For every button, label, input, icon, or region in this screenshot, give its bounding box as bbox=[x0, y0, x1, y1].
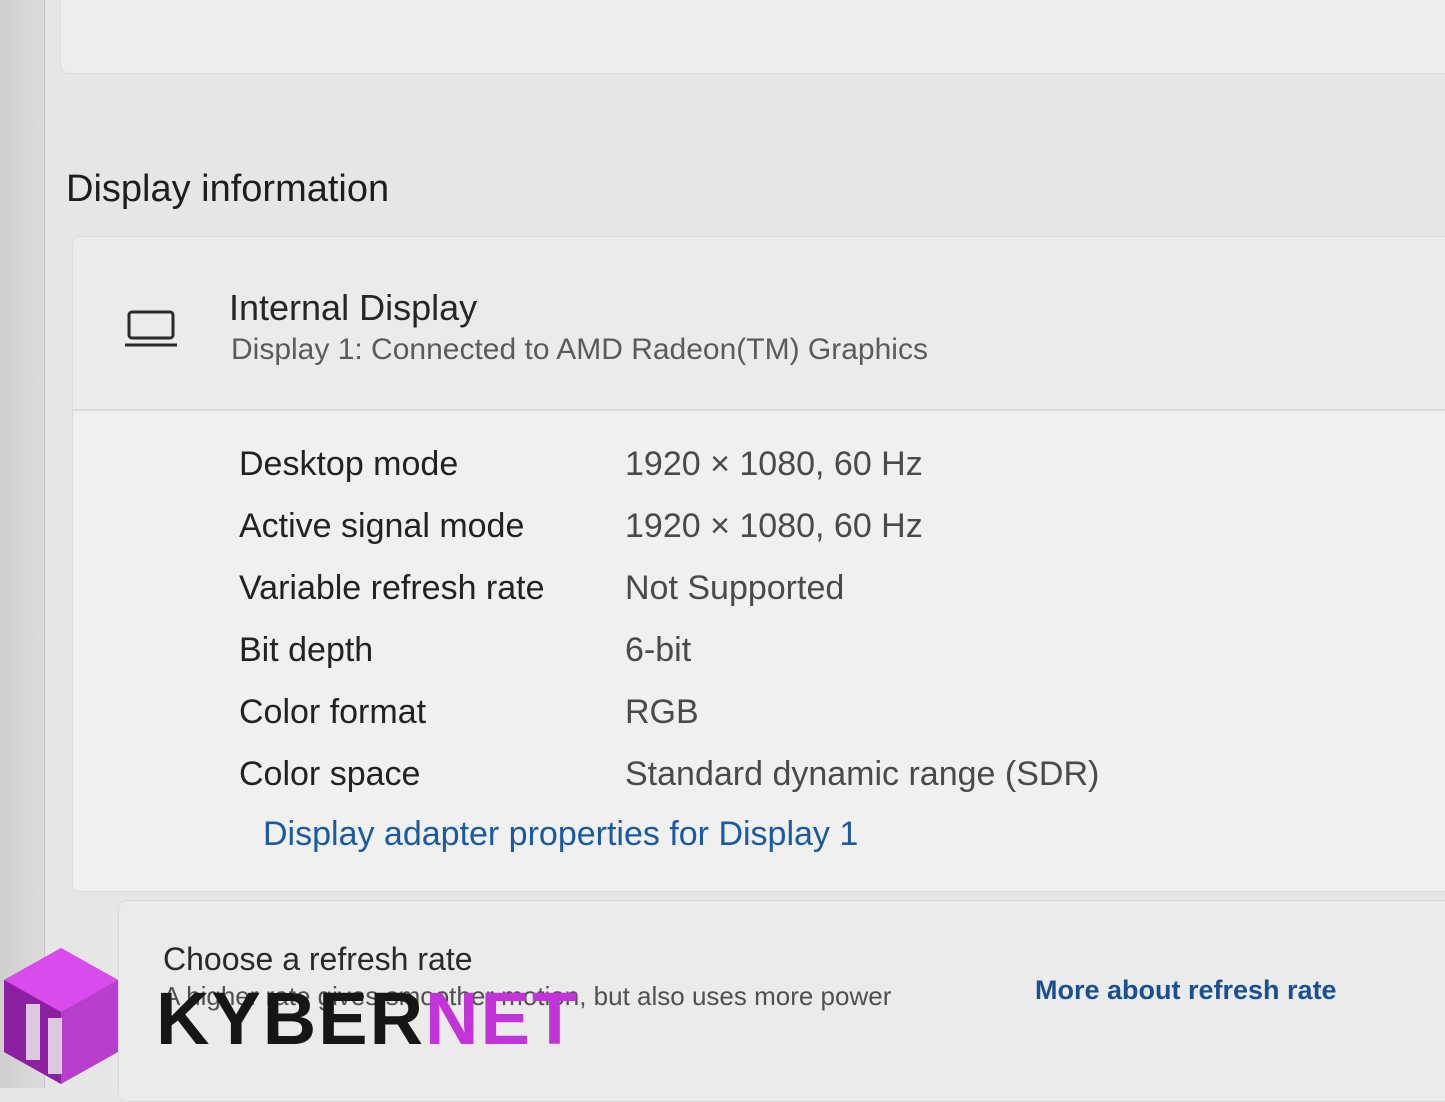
property-value: 1920 × 1080, 60 Hz bbox=[625, 507, 923, 545]
property-label: Desktop mode bbox=[239, 445, 459, 483]
window-left-edge bbox=[0, 0, 45, 1088]
property-label: Color format bbox=[239, 693, 427, 731]
property-label: Active signal mode bbox=[239, 507, 525, 545]
kybernet-logo-icon bbox=[4, 948, 118, 1084]
display-header[interactable]: Internal Display Display 1: Connected to… bbox=[73, 237, 1445, 411]
property-value: Standard dynamic range (SDR) bbox=[625, 755, 1100, 793]
kybernet-watermark: KYBERNET bbox=[0, 944, 577, 1088]
property-row: Desktop mode 1920 × 1080, 60 Hz bbox=[73, 445, 1445, 501]
property-row: Variable refresh rate Not Supported bbox=[73, 569, 1445, 625]
more-about-refresh-rate-link[interactable]: More about refresh rate bbox=[1035, 975, 1337, 1006]
wordmark-part-1: KYBER bbox=[156, 977, 426, 1060]
section-title: Display information bbox=[66, 168, 390, 210]
display-adapter-properties-link[interactable]: Display adapter properties for Display 1 bbox=[263, 815, 858, 854]
property-row: Active signal mode 1920 × 1080, 60 Hz bbox=[73, 507, 1445, 563]
property-row: Color format RGB bbox=[73, 693, 1445, 749]
property-value: 6-bit bbox=[625, 631, 692, 669]
display-name: Internal Display bbox=[229, 287, 478, 328]
property-value: RGB bbox=[625, 693, 699, 731]
property-row: Bit depth 6-bit bbox=[73, 631, 1445, 687]
property-label: Variable refresh rate bbox=[239, 569, 545, 607]
previous-settings-card bbox=[60, 0, 1445, 74]
display-information-card: Internal Display Display 1: Connected to… bbox=[72, 236, 1445, 892]
property-label: Bit depth bbox=[239, 631, 374, 669]
monitor-icon bbox=[125, 310, 177, 347]
property-value: Not Supported bbox=[625, 569, 845, 607]
display-subtitle: Display 1: Connected to AMD Radeon(TM) G… bbox=[231, 333, 928, 366]
property-value: 1920 × 1080, 60 Hz bbox=[625, 445, 923, 483]
property-row: Color space Standard dynamic range (SDR) bbox=[73, 755, 1445, 811]
kybernet-wordmark: KYBERNET bbox=[156, 976, 579, 1061]
wordmark-part-2: NET bbox=[425, 977, 580, 1060]
property-label: Color space bbox=[239, 755, 421, 793]
